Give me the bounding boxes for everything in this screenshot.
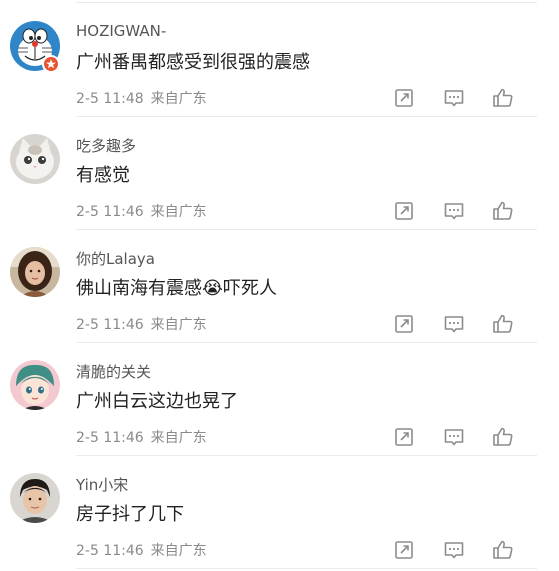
cartoon-boy-avatar[interactable] bbox=[10, 360, 60, 410]
forward-icon bbox=[395, 315, 413, 333]
comment-icon bbox=[444, 90, 464, 107]
comment-meta: 2-5 11:46 来自广东 bbox=[76, 201, 207, 221]
comment-time: 2-5 11:48 bbox=[76, 91, 144, 107]
comment-item: 吃多趣多 有感觉 2-5 11:46 来自广东 bbox=[0, 117, 559, 230]
top-divider bbox=[76, 2, 537, 3]
reply-button[interactable] bbox=[442, 199, 466, 223]
forward-button[interactable] bbox=[392, 199, 416, 223]
thumbs-up-icon bbox=[493, 427, 513, 446]
forward-button[interactable] bbox=[392, 86, 416, 110]
comment-location: 来自广东 bbox=[150, 91, 207, 107]
forward-icon bbox=[395, 541, 413, 559]
comment-time: 2-5 11:46 bbox=[76, 543, 144, 559]
comment-icon bbox=[444, 203, 464, 220]
thumbs-up-icon bbox=[493, 540, 513, 559]
comment-item: 清脆的关关 广州白云这边也晃了 2-5 11:46 来自广东 bbox=[0, 343, 559, 456]
comment-icon bbox=[444, 316, 464, 333]
comment-meta: 2-5 11:46 来自广东 bbox=[76, 314, 207, 334]
comment-meta: 2-5 11:46 来自广东 bbox=[76, 540, 207, 560]
comment-time: 2-5 11:46 bbox=[76, 204, 144, 220]
comment-text: 广州番禺都感受到很强的震感 bbox=[76, 52, 310, 73]
forward-icon bbox=[395, 89, 413, 107]
comment-text: 广州白云这边也晃了 bbox=[76, 391, 238, 412]
reply-button[interactable] bbox=[442, 86, 466, 110]
reply-button[interactable] bbox=[442, 538, 466, 562]
reply-button[interactable] bbox=[442, 312, 466, 336]
verified-badge-icon bbox=[42, 55, 60, 73]
like-button[interactable] bbox=[491, 425, 515, 449]
comment-location: 来自广东 bbox=[150, 430, 207, 446]
username[interactable]: Yin小宋 bbox=[76, 474, 128, 495]
username[interactable]: 吃多趣多 bbox=[76, 135, 136, 156]
reply-button[interactable] bbox=[442, 425, 466, 449]
forward-icon bbox=[395, 202, 413, 220]
thumbs-up-icon bbox=[493, 314, 513, 333]
comment-item: 你的Lalaya 佛山南海有震感😭吓死人 2-5 11:46 来自广东 bbox=[0, 230, 559, 343]
comment-text: 房子抖了几下 bbox=[76, 504, 184, 525]
comment-location: 来自广东 bbox=[150, 204, 207, 220]
comment-text: 有感觉 bbox=[76, 165, 130, 186]
comment-location: 来自广东 bbox=[150, 543, 207, 559]
cat-avatar[interactable] bbox=[10, 134, 60, 184]
divider bbox=[76, 568, 537, 569]
like-button[interactable] bbox=[491, 86, 515, 110]
comment-icon bbox=[444, 429, 464, 446]
comment-time: 2-5 11:46 bbox=[76, 317, 144, 333]
comment-item: Yin小宋 房子抖了几下 2-5 11:46 来自广东 bbox=[0, 456, 559, 569]
thumbs-up-icon bbox=[493, 88, 513, 107]
comment-icon bbox=[444, 542, 464, 559]
like-button[interactable] bbox=[491, 199, 515, 223]
like-button[interactable] bbox=[491, 312, 515, 336]
forward-button[interactable] bbox=[392, 312, 416, 336]
man-photo-avatar[interactable] bbox=[10, 473, 60, 523]
comment-item: HOZIGWAN- 广州番禺都感受到很强的震感 2-5 11:48 来自广东 bbox=[0, 4, 559, 117]
username[interactable]: HOZIGWAN- bbox=[76, 22, 166, 40]
forward-button[interactable] bbox=[392, 425, 416, 449]
comment-meta: 2-5 11:48 来自广东 bbox=[76, 88, 207, 108]
comment-time: 2-5 11:46 bbox=[76, 430, 144, 446]
like-button[interactable] bbox=[491, 538, 515, 562]
username[interactable]: 清脆的关关 bbox=[76, 361, 151, 382]
comment-text: 佛山南海有震感😭吓死人 bbox=[76, 278, 278, 299]
forward-icon bbox=[395, 428, 413, 446]
comment-meta: 2-5 11:46 来自广东 bbox=[76, 427, 207, 447]
thumbs-up-icon bbox=[493, 201, 513, 220]
forward-button[interactable] bbox=[392, 538, 416, 562]
woman-photo-avatar[interactable] bbox=[10, 247, 60, 297]
username[interactable]: 你的Lalaya bbox=[76, 248, 155, 269]
comment-location: 来自广东 bbox=[150, 317, 207, 333]
